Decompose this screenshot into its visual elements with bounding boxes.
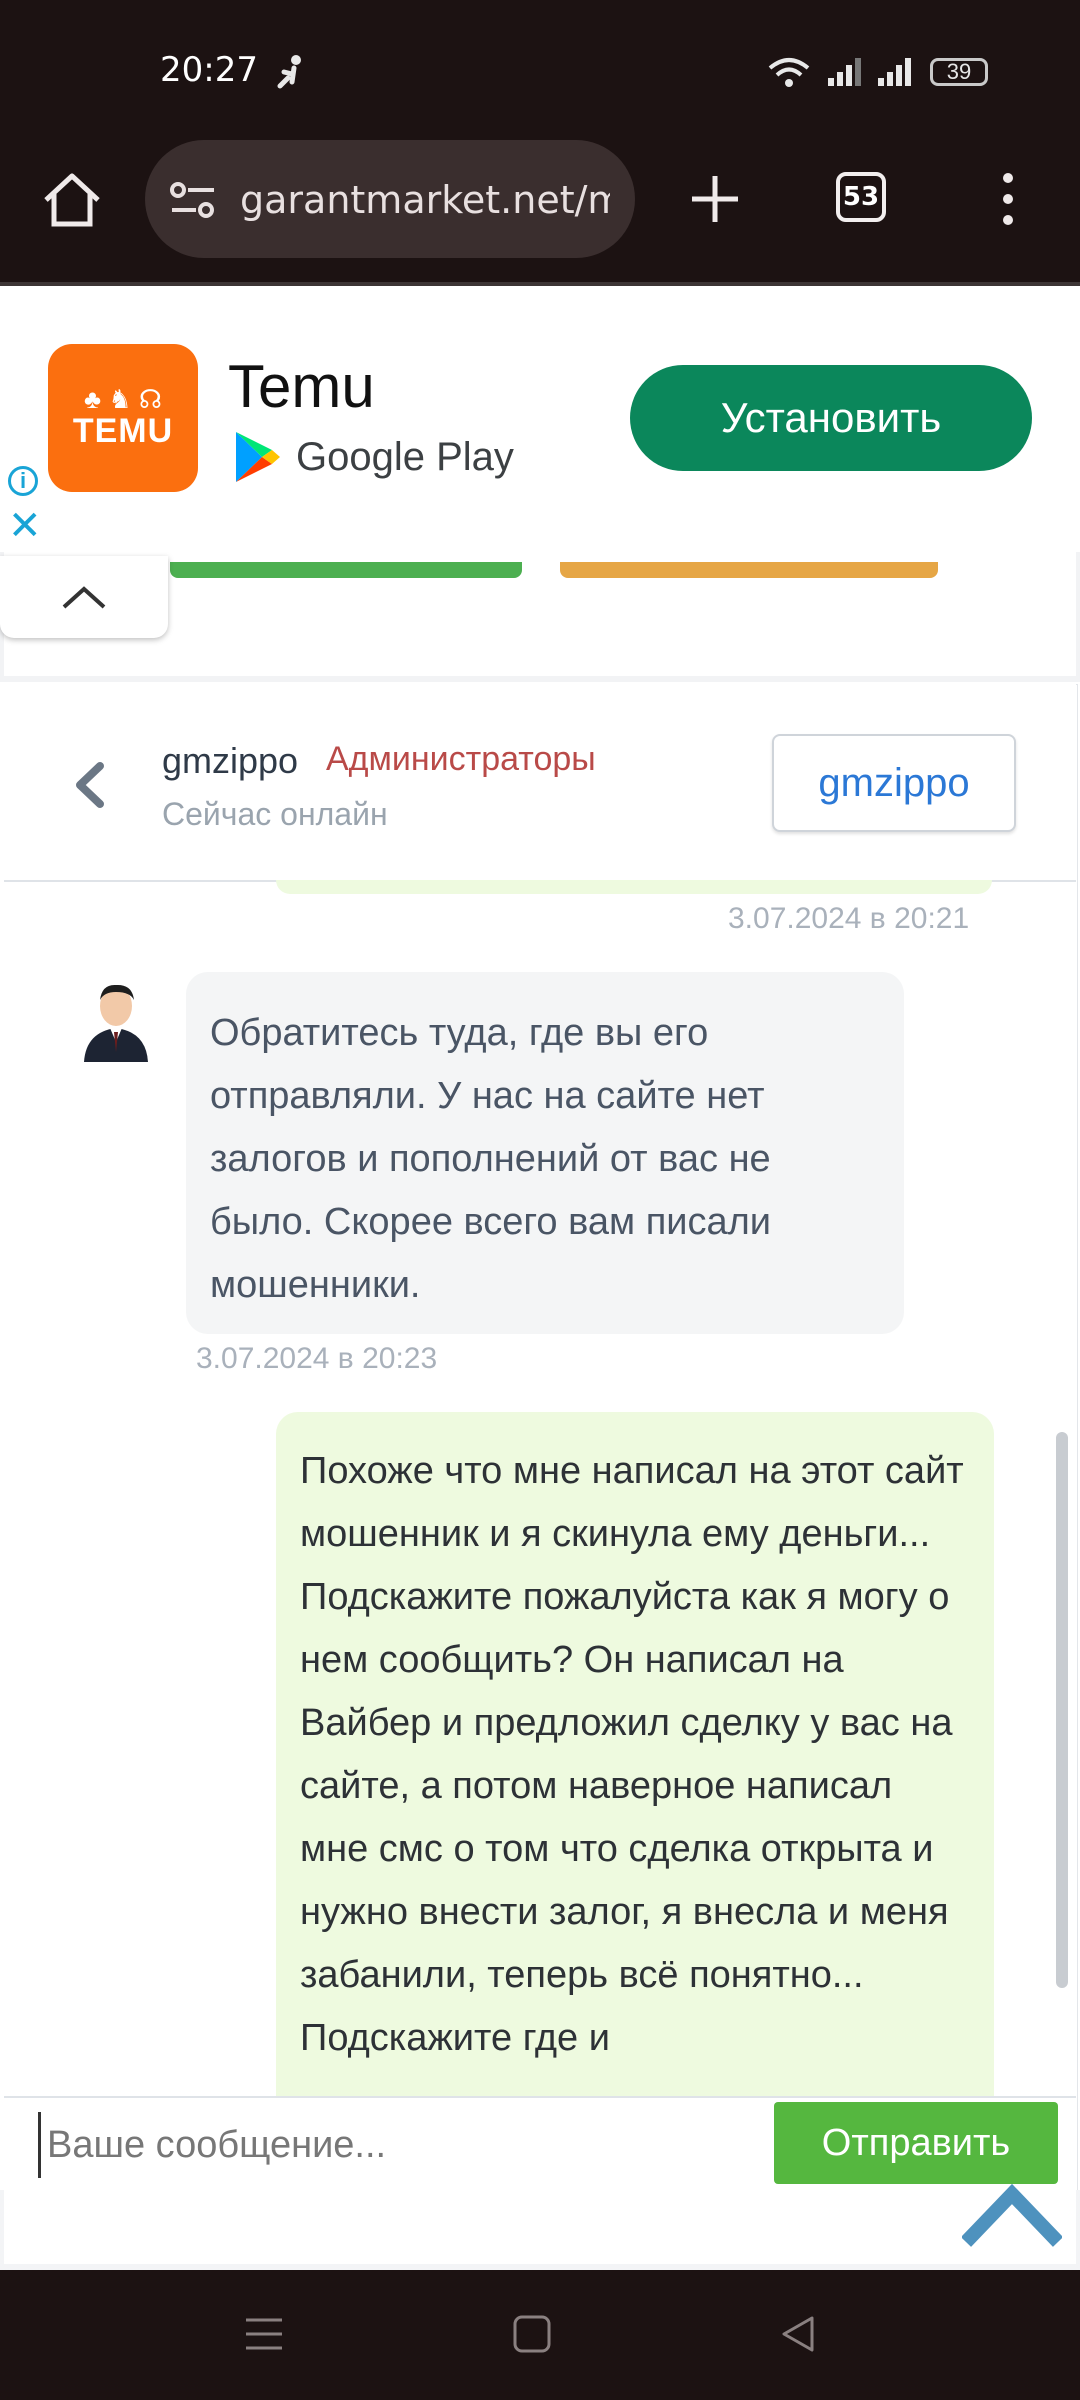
send-button[interactable]: Отправить	[774, 2102, 1058, 2184]
chat-username[interactable]: gmzippo	[162, 740, 298, 782]
user-role-badge: Администраторы	[326, 740, 596, 778]
recents-icon[interactable]	[244, 2316, 284, 2352]
wifi-icon	[768, 58, 810, 87]
google-play-icon	[236, 432, 280, 482]
tab-switcher-button[interactable]: 53	[836, 172, 886, 222]
temu-app-icon[interactable]: ♣ ♞ ☊ TEMU	[48, 344, 198, 492]
back-nav-icon[interactable]	[778, 2314, 818, 2354]
google-play-label: Google Play	[232, 430, 514, 484]
message-timestamp: 3.07.2024 в 20:23	[196, 1342, 438, 1375]
temu-logo-text: TEMU	[72, 411, 174, 450]
ad-close-icon[interactable]: ✕	[8, 506, 42, 546]
home-icon[interactable]	[40, 170, 104, 230]
back-arrow-icon[interactable]	[70, 760, 110, 810]
temu-logo-glyphs: ♣ ♞ ☊	[84, 383, 162, 414]
home-nav-icon[interactable]	[512, 2314, 552, 2354]
message-bubble-outgoing: Похоже что мне написал на этот сайт моше…	[276, 1412, 994, 2132]
battery-indicator: 39	[930, 58, 988, 86]
status-time: 20:27	[160, 50, 258, 90]
green-button-edge[interactable]	[170, 562, 522, 578]
profile-button[interactable]: gmzippo	[772, 734, 1016, 832]
status-icons: 39	[766, 54, 988, 90]
orange-button-edge[interactable]	[560, 562, 938, 578]
signal-icon	[878, 58, 911, 86]
collapse-button[interactable]	[0, 556, 168, 638]
new-tab-icon[interactable]	[688, 172, 742, 226]
message-timestamp: 3.07.2024 в 20:21	[728, 902, 970, 935]
install-button[interactable]: Установить	[630, 365, 1032, 471]
site-settings-icon[interactable]	[168, 178, 218, 222]
ad-app-name[interactable]: Temu	[228, 352, 375, 421]
scrollbar[interactable]	[1056, 1432, 1068, 1988]
avatar	[84, 984, 148, 1062]
chevron-up-icon	[62, 586, 106, 609]
ad-info-icon[interactable]: i	[8, 466, 38, 496]
google-play-text: Google Play	[296, 434, 514, 479]
scroll-to-top-icon[interactable]	[962, 2184, 1062, 2248]
online-status: Сейчас онлайн	[162, 796, 388, 832]
activity-icon	[277, 55, 301, 89]
page-bottom-panel	[4, 2190, 1076, 2264]
more-menu-icon[interactable]	[996, 172, 1020, 226]
url-text[interactable]: garantmarket.net/me	[240, 178, 610, 222]
message-bubble-outgoing	[276, 880, 992, 894]
message-bubble-incoming: Обратитесь туда, где вы его отправляли. …	[186, 972, 904, 1334]
message-input[interactable]	[38, 2112, 769, 2178]
signal-icon	[828, 58, 861, 86]
